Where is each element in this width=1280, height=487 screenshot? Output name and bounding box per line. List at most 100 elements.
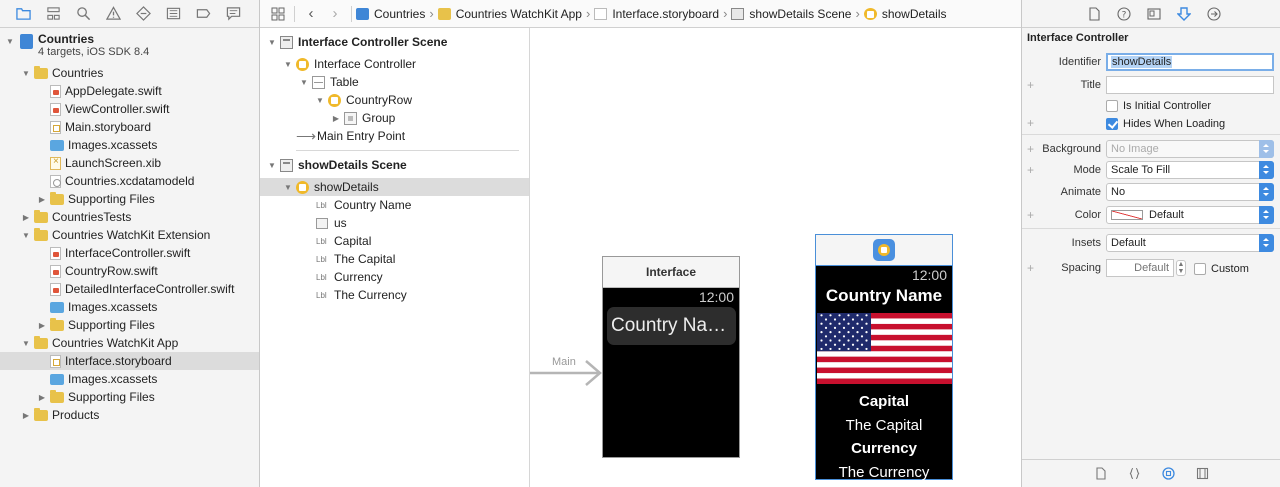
outline-scene-row[interactable]: ▼ showDetails Scene — [260, 156, 529, 174]
find-navigator-tab[interactable] — [68, 0, 98, 28]
file-template-library-tab[interactable] — [1091, 464, 1111, 484]
file-tree-item[interactable]: ▼ Countries — [0, 64, 259, 82]
plus-icon[interactable]: + — [1027, 78, 1034, 92]
outline-element-row[interactable]: Lbl The Capital — [260, 250, 529, 268]
currency-label[interactable]: Currency — [816, 437, 952, 461]
file-tree-item[interactable]: ViewController.swift — [0, 100, 259, 118]
custom-spacing-checkbox[interactable]: Custom — [1194, 261, 1249, 275]
storyboard-canvas[interactable]: Main Interface 12:00 Country Na… 12:00 C… — [530, 28, 1021, 487]
forward-button[interactable]: › — [323, 0, 347, 28]
file-tree-item[interactable]: ▶ Supporting Files — [0, 316, 259, 334]
file-tree-item[interactable]: InterfaceController.swift — [0, 244, 259, 262]
animate-select[interactable]: No — [1106, 183, 1274, 201]
show-details-scene[interactable]: 12:00 Country Name Capital The Capital C… — [815, 234, 953, 481]
outline-scene-row[interactable]: ▼ Interface Controller Scene — [260, 33, 529, 51]
country-name-label[interactable]: Country Name — [816, 286, 952, 308]
project-navigator-tab[interactable] — [8, 0, 38, 28]
us-flag-image[interactable] — [817, 313, 952, 384]
file-tree-item[interactable]: ▶ Supporting Files — [0, 388, 259, 406]
connections-inspector-tab[interactable] — [1202, 2, 1226, 26]
breadcrumb-project[interactable]: Countries — [356, 7, 425, 21]
insets-select[interactable]: Default — [1106, 234, 1274, 252]
related-items-button[interactable] — [266, 0, 290, 28]
file-tree-item[interactable]: ▼ Countries WatchKit App — [0, 334, 259, 352]
disclosure-closed-icon[interactable]: ▶ — [20, 211, 32, 223]
plus-icon[interactable]: + — [1027, 142, 1034, 156]
disclosure-closed-icon[interactable]: ▶ — [36, 319, 48, 331]
initial-controller-checkbox[interactable]: Is Initial Controller — [1106, 98, 1211, 112]
disclosure-open-icon[interactable]: ▼ — [282, 181, 294, 193]
report-navigator-tab[interactable] — [218, 0, 248, 28]
background-combo[interactable]: No Image — [1106, 140, 1274, 158]
title-field[interactable] — [1106, 76, 1274, 94]
hides-when-loading-checkbox[interactable]: Hides When Loading — [1106, 116, 1225, 130]
outline-element-row[interactable]: Lbl The Currency — [260, 286, 529, 304]
test-navigator-tab[interactable] — [128, 0, 158, 28]
file-tree-item[interactable]: Countries.xcdatamodeld — [0, 172, 259, 190]
file-tree-item[interactable]: LaunchScreen.xib — [0, 154, 259, 172]
disclosure-closed-icon[interactable]: ▶ — [36, 391, 48, 403]
color-select[interactable]: Default — [1106, 206, 1274, 224]
file-tree-item[interactable]: Main.storyboard — [0, 118, 259, 136]
disclosure-open-icon[interactable]: ▼ — [20, 67, 32, 79]
file-inspector-tab[interactable] — [1082, 2, 1106, 26]
file-tree-item[interactable]: Images.xcassets — [0, 136, 259, 154]
disclosure-open-icon[interactable]: ▼ — [282, 58, 294, 70]
outline-element-row[interactable]: Lbl Country Name — [260, 196, 529, 214]
disclosure-open-icon[interactable]: ▼ — [20, 229, 32, 241]
file-tree-item[interactable]: Interface.storyboard — [0, 352, 259, 370]
capital-label[interactable]: Capital — [816, 390, 952, 414]
disclosure-open-icon[interactable]: ▼ — [314, 94, 326, 106]
disclosure-open-icon[interactable]: ▼ — [4, 35, 16, 47]
disclosure-open-icon[interactable]: ▼ — [298, 76, 310, 88]
file-tree-item[interactable]: DetailedInterfaceController.swift — [0, 280, 259, 298]
outline-group-row[interactable]: ▶ Group — [260, 109, 529, 127]
file-tree-item[interactable]: ▼ Countries WatchKit Extension — [0, 226, 259, 244]
disclosure-open-icon[interactable]: ▼ — [20, 337, 32, 349]
breadcrumb-controller[interactable]: showDetails — [863, 7, 947, 21]
outline-row-controller-row[interactable]: ▼ CountryRow — [260, 91, 529, 109]
media-library-tab[interactable] — [1193, 464, 1213, 484]
disclosure-closed-icon[interactable]: ▶ — [20, 409, 32, 421]
disclosure-closed-icon[interactable]: ▶ — [330, 112, 342, 124]
debug-navigator-tab[interactable] — [158, 0, 188, 28]
object-library-tab[interactable] — [1159, 464, 1179, 484]
table-row[interactable]: Country Na… — [607, 307, 736, 345]
interface-controller-scene[interactable]: Interface 12:00 Country Na… — [602, 256, 740, 458]
capital-value-label[interactable]: The Capital — [816, 414, 952, 438]
project-row[interactable]: ▼ Countries 4 targets, iOS SDK 8.4 — [0, 30, 259, 64]
interface-controller-icon[interactable] — [873, 239, 895, 261]
attributes-inspector-tab[interactable] — [1172, 2, 1196, 26]
file-tree-item[interactable]: Images.xcassets — [0, 298, 259, 316]
outline-element-row[interactable]: us — [260, 214, 529, 232]
identifier-field[interactable]: showDetails — [1106, 53, 1274, 71]
outline-controller-row[interactable]: ▼ showDetails — [260, 178, 529, 196]
outline-entry-point-row[interactable]: ⟶ Main Entry Point — [260, 127, 529, 145]
file-tree-item[interactable]: AppDelegate.swift — [0, 82, 259, 100]
breadcrumb-file[interactable]: Interface.storyboard — [594, 7, 719, 21]
quick-help-tab[interactable]: ? — [1112, 2, 1136, 26]
file-tree-item[interactable]: CountryRow.swift — [0, 262, 259, 280]
outline-table-row[interactable]: ▼ Table — [260, 73, 529, 91]
file-tree-item[interactable]: ▶ CountriesTests — [0, 208, 259, 226]
outline-element-row[interactable]: Lbl Capital — [260, 232, 529, 250]
disclosure-open-icon[interactable]: ▼ — [266, 159, 278, 171]
plus-icon[interactable]: + — [1027, 208, 1034, 222]
spacing-field[interactable] — [1106, 259, 1174, 277]
file-tree-item[interactable]: ▶ Products — [0, 406, 259, 424]
disclosure-closed-icon[interactable]: ▶ — [36, 193, 48, 205]
code-snippet-library-tab[interactable] — [1125, 464, 1145, 484]
outline-controller-row[interactable]: ▼ Interface Controller — [260, 55, 529, 73]
plus-icon[interactable]: + — [1027, 163, 1034, 177]
issue-navigator-tab[interactable] — [98, 0, 128, 28]
back-button[interactable]: ‹ — [299, 0, 323, 28]
file-tree-item[interactable]: Images.xcassets — [0, 370, 259, 388]
disclosure-open-icon[interactable]: ▼ — [266, 36, 278, 48]
mode-select[interactable]: Scale To Fill — [1106, 161, 1274, 179]
breakpoint-navigator-tab[interactable] — [188, 0, 218, 28]
breadcrumb-scene[interactable]: showDetails Scene — [731, 7, 851, 21]
outline-element-row[interactable]: Lbl Currency — [260, 268, 529, 286]
symbol-navigator-tab[interactable] — [38, 0, 68, 28]
file-tree-item[interactable]: ▶ Supporting Files — [0, 190, 259, 208]
currency-value-label[interactable]: The Currency — [816, 461, 952, 485]
